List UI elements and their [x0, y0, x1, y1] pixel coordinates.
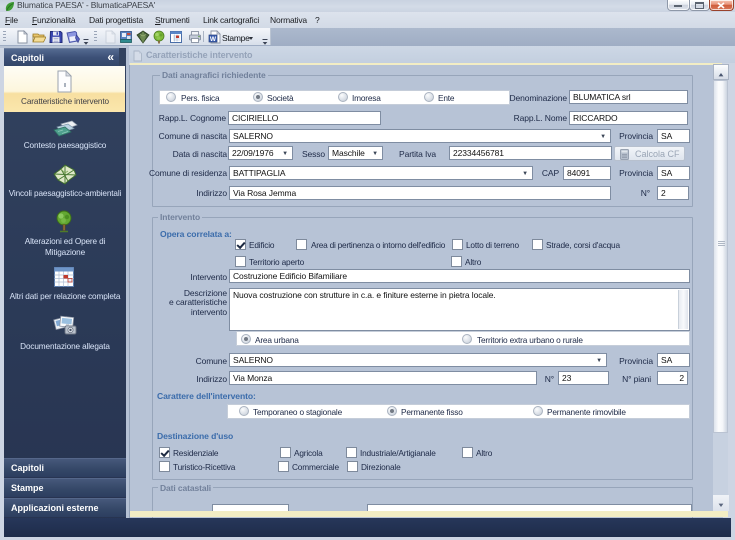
svg-text:W: W: [210, 36, 217, 43]
